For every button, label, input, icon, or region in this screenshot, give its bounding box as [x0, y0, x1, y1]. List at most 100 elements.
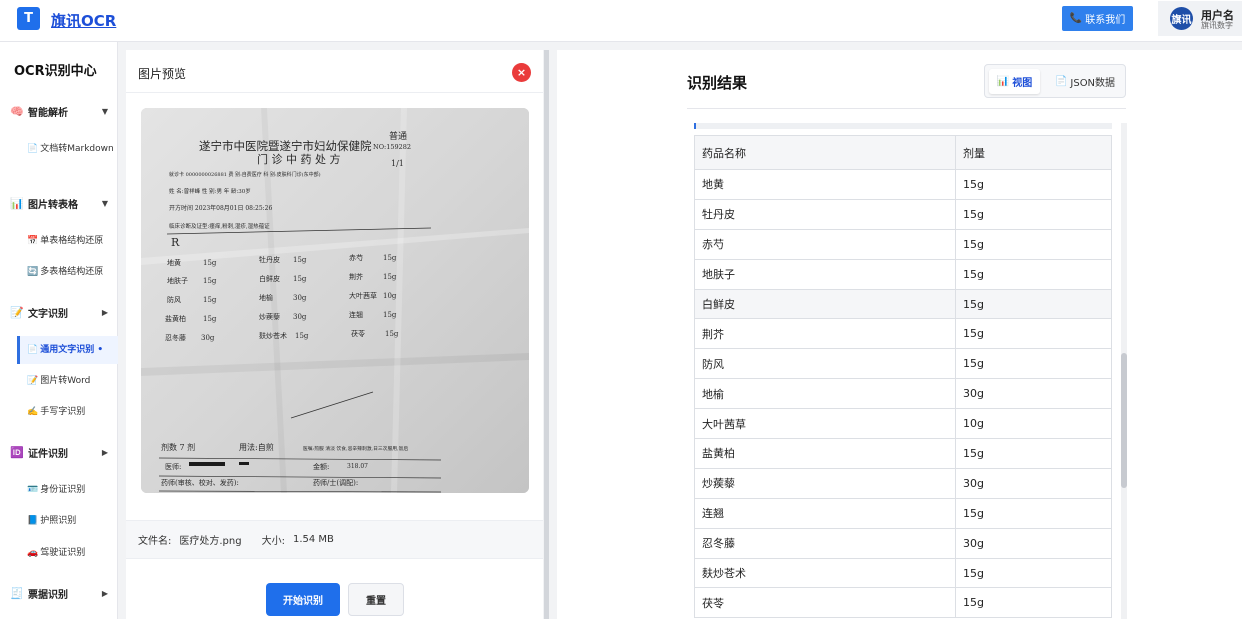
table-row: 地榆 30g	[694, 378, 1112, 410]
sidebar-item-label: 图片转Word	[40, 376, 91, 386]
chevron-right-icon: ▶	[101, 447, 108, 457]
doc-herb: 忍冬藤	[165, 333, 186, 342]
sidebar-item-passport[interactable]: 📘 护照识别	[27, 514, 115, 528]
doc-herb-dose: 15g	[385, 330, 399, 338]
contact-button[interactable]: 📞 联系我们	[1062, 6, 1133, 31]
sidebar-item-multi-table[interactable]: 🔄 多表格结构还原	[27, 265, 115, 279]
sidebar-item-id-card[interactable]: 🪪 身份证识别	[27, 483, 115, 497]
table-row: 地黄 15g	[694, 169, 1112, 200]
dosage-cell: 10g	[955, 408, 1112, 440]
prescription-image: 遂宁市中医院暨遂宁市妇幼保健院 门 诊 中 药 处 方 普通 NO:159282…	[141, 108, 529, 493]
dosage-cell: 15g	[955, 348, 1112, 380]
vertical-scrollbar[interactable]	[1121, 123, 1127, 619]
panel-splitter[interactable]	[544, 50, 549, 619]
writing-hand-icon: ✍️	[27, 407, 39, 417]
brand-link[interactable]: 旗讯OCR	[51, 10, 116, 31]
group-label: 票据识别	[28, 589, 68, 601]
view-switch: 📊 视图 📄 JSON数据	[984, 64, 1126, 98]
scrollbar-thumb[interactable]	[1121, 353, 1127, 488]
sidebar-group-image-to-table[interactable]: 📊 图片转表格 ▼	[10, 193, 110, 213]
doc-herb: 连翘	[349, 310, 363, 319]
sidebar-item-driver-license[interactable]: 🚗 驾驶证识别	[27, 546, 115, 560]
doc-herb: 地黄	[167, 258, 181, 267]
drug-name-cell: 炒蒺藜	[694, 467, 956, 499]
sidebar-item-general-text[interactable]: 📄 通用文字识别 •	[17, 336, 118, 364]
doc-fields-3: 开方时间 2023年08月01日 08:25:26	[169, 204, 272, 212]
doc-form-title: 门 诊 中 药 处 方	[257, 152, 340, 166]
chevron-right-icon: ▶	[101, 307, 108, 317]
table-row: 连翘 15g	[694, 497, 1112, 529]
table-row: 牡丹皮 15g	[694, 198, 1112, 230]
column-header: 药品名称	[694, 135, 956, 170]
dosage-cell: 15g	[955, 198, 1112, 230]
table-row: 忍冬藤 30g	[694, 527, 1112, 559]
doc-herb-dose: 15g	[293, 256, 307, 264]
doc-diagnosis: 临床诊断及证型:瘙痒,粉刺,湿疹,湿热蕴证	[169, 222, 270, 230]
tab-json[interactable]: 📄 JSON数据	[1047, 69, 1123, 94]
brain-icon: 🧠	[10, 104, 24, 118]
dosage-cell: 30g	[955, 467, 1112, 499]
sidebar-item-label: 文档转Markdown	[40, 144, 114, 154]
sidebar-title: OCR识别中心	[14, 64, 97, 79]
doc-herb-dose: 15g	[295, 332, 309, 340]
doc-herb-dose: 15g	[293, 275, 307, 283]
preview-panel: 图片预览 × 遂宁市中医院暨遂宁市妇幼保健院 门 诊 中 药 处 方 普通 NO…	[126, 50, 543, 619]
id-icon: 🆔	[10, 445, 24, 459]
table-row: 白鲜皮 15g	[694, 288, 1112, 320]
doc-herb-dose: 30g	[201, 334, 215, 342]
table-row: 大叶茜草 10g	[694, 408, 1112, 440]
table-row: 炒蒺藜 30g	[694, 467, 1112, 499]
doc-herb: 茯苓	[351, 329, 365, 338]
result-table-container[interactable]: 药品名称 剂量 地黄 15g 牡丹皮 15g 赤芍 15g 地肤子 15g 白鲜皮 15g 荆芥 15…	[694, 123, 1114, 619]
chevron-down-icon: ▼	[101, 198, 108, 208]
sidebar-item-handwriting[interactable]: ✍️ 手写字识别	[27, 405, 115, 419]
active-dot: •	[97, 345, 104, 355]
drug-name-cell: 茯苓	[694, 587, 956, 619]
doc-herb: 防风	[167, 295, 181, 304]
start-recognition-button[interactable]: 开始识别	[266, 583, 340, 616]
sidebar-item-doc-to-markdown[interactable]: 📄 文档转Markdown	[27, 142, 115, 156]
sidebar-group-text-recognition[interactable]: 📝 文字识别 ▶	[10, 302, 110, 322]
doc-stamp: 普通	[389, 130, 407, 142]
doc-herb: 荆芥	[349, 272, 363, 281]
drug-name-cell: 地肤子	[694, 258, 956, 290]
memo-icon: 📝	[27, 376, 39, 386]
user-menu[interactable]: 旗讯 用户名 旗讯数字	[1158, 1, 1242, 36]
close-preview-button[interactable]: ×	[512, 63, 531, 82]
sidebar-item-single-table[interactable]: 📅 单表格结构还原	[27, 234, 115, 248]
chart-icon: 📊	[10, 196, 24, 210]
drug-name-cell: 荆芥	[694, 318, 956, 350]
sidebar-item-label: 通用文字识别	[40, 345, 95, 355]
sidebar-item-label: 驾驶证识别	[40, 548, 86, 558]
doc-hospital: 遂宁市中医院暨遂宁市妇幼保健院	[199, 139, 372, 153]
sidebar-item-image-to-word[interactable]: 📝 图片转Word	[27, 374, 115, 388]
doc-herb: 赤芍	[349, 253, 363, 262]
reset-button[interactable]: 重置	[348, 583, 404, 616]
bar-chart-icon: 📊	[996, 76, 1010, 87]
drug-name-cell: 地黄	[694, 169, 956, 200]
drug-name-cell: 麸炒苍术	[694, 557, 956, 589]
doc-herb: 炒蒺藜	[259, 312, 280, 321]
doc-herb-dose: 15g	[203, 315, 217, 323]
tab-view[interactable]: 📊 视图	[989, 69, 1040, 94]
sidebar-item-label: 多表格结构还原	[40, 267, 104, 277]
dosage-cell: 15g	[955, 318, 1112, 350]
dosage-cell: 15g	[955, 228, 1112, 260]
horizontal-scrollbar[interactable]	[694, 123, 1112, 129]
contact-label: 联系我们	[1085, 15, 1126, 26]
doc-page: 1/1	[391, 159, 404, 168]
column-header: 剂量	[955, 135, 1112, 170]
table-row: 赤芍 15g	[694, 228, 1112, 260]
doc-herb: 盐黄柏	[165, 314, 186, 323]
sidebar-group-smart-parse[interactable]: 🧠 智能解析 ▼	[10, 101, 110, 121]
top-header: T 旗讯OCR 📞 联系我们 旗讯 用户名 旗讯数字	[0, 0, 1242, 42]
sidebar-group-id-recognition[interactable]: 🆔 证件识别 ▶	[10, 442, 110, 462]
drug-name-cell: 忍冬藤	[694, 527, 956, 559]
dosage-cell: 15g	[955, 438, 1112, 469]
doc-usage: 用法:自煎	[239, 442, 274, 452]
sidebar-group-receipt[interactable]: 🧾 票据识别 ▶	[10, 583, 110, 603]
doc-herb-dose: 30g	[293, 313, 307, 321]
doc-herb-dose: 15g	[203, 277, 217, 285]
avatar: 旗讯	[1170, 7, 1193, 30]
doc-herb: 白鲜皮	[259, 274, 280, 283]
